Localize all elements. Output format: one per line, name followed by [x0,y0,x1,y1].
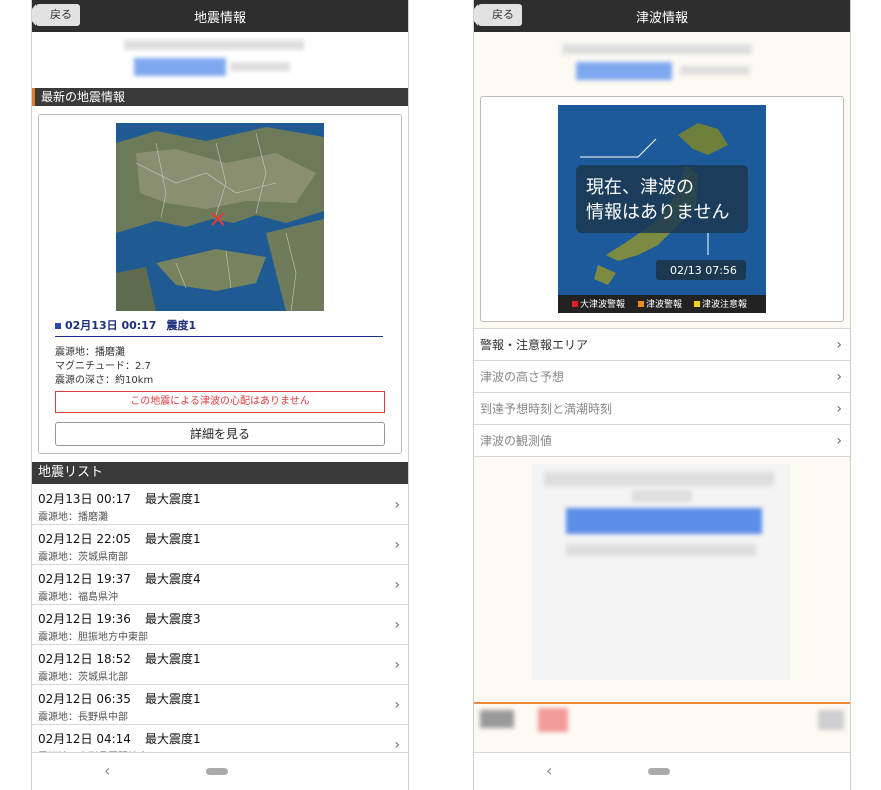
page-title: 地震情報 [193,11,246,26]
quake-item-time: 02月12日 19:36 [38,612,131,626]
tsunami-menu-item[interactable]: 警報・注意報エリア › [474,329,850,361]
tsunami-map: 現在、津波の 情報はありません 02/13 07:56 大津波警報 津波警報 津… [558,105,766,313]
magnitude-text: マグニチュード：2.7 [55,361,151,372]
quake-item-max-intensity: 最大震度4 [144,572,201,586]
tsunami-message-line2: 情報はありません [586,202,729,223]
chevron-right-icon: › [836,369,842,385]
quake-epicenter-map [116,123,324,311]
quake-item-heading: 02月12日 06:35 最大震度1 [38,690,408,707]
chevron-right-icon: › [394,737,400,753]
chevron-right-icon: › [836,433,842,449]
quake-item-heading: 02月12日 22:05 最大震度1 [38,530,408,547]
tsunami-screen: 戻る 津波情報 現在、津波の 情報はありません 02/13 07:56 大津波警… [473,0,851,790]
nav-back-icon[interactable]: ‹ [104,761,110,780]
quake-item-max-intensity: 最大震度1 [144,732,201,746]
latest-quake-heading: 最新の地震情報 [32,88,408,106]
bottom-ad-strip-blurred[interactable] [474,704,850,752]
tsunami-notice: この地震による津波の心配はありません [55,391,385,413]
tsunami-menu: 警報・注意報エリア › 津波の高さ予想 › 到達予想時刻と満潮時刻 › 津波の観測値 › [474,328,850,457]
quake-item-time: 02月12日 04:14 [38,732,131,746]
legend-warning: 津波警報 [646,298,682,310]
quake-item-time: 02月12日 22:05 [38,532,131,546]
ad-banner-blurred[interactable] [474,32,850,90]
quake-item-epicenter: 震源地：福島県沖 [38,592,118,603]
tsunami-menu-label: 警報・注意報エリア [480,338,589,352]
quake-item-max-intensity: 最大震度1 [144,652,201,666]
quake-item-max-intensity: 最大震度3 [144,612,201,626]
bullet-square-icon [55,323,61,329]
chevron-right-icon: › [394,577,400,593]
chevron-right-icon: › [836,401,842,417]
tsunami-menu-label: 到達予想時刻と満潮時刻 [480,402,613,416]
latest-quake-card: 02月13日 00:17 震度1 震源地：播磨灘 マグニチュード：2.7 震源の深… [38,114,402,454]
tsunami-menu-label: 津波の高さ予想 [480,370,565,384]
nav-home-icon[interactable] [648,768,670,775]
tsunami-message-line1: 現在、津波の [586,177,694,198]
chevron-right-icon: › [836,337,842,353]
header-bar: 戻る 地震情報 [32,0,408,32]
quake-item-heading: 02月12日 19:37 最大震度4 [38,570,408,587]
quake-item-epicenter: 震源地：胆振地方中東部 [38,632,148,643]
quake-item-max-intensity: 最大震度1 [144,532,201,546]
quake-item-epicenter: 震源地：茨城県南部 [38,552,128,563]
epicenter-text: 震源地：播磨灘 [55,347,125,358]
quake-item-time: 02月12日 18:52 [38,652,131,666]
quake-list-item[interactable]: 02月12日 22:05 最大震度1 震源地：茨城県南部 › [32,525,408,565]
earthquake-screen: 戻る 地震情報 最新の地震情報 02月13日 00:17 震度1 震源地：播磨灘… [31,0,409,790]
quake-item-heading: 02月12日 18:52 最大震度1 [38,650,408,667]
quake-item-max-intensity: 最大震度1 [144,492,201,506]
tsunami-menu-item[interactable]: 到達予想時刻と満潮時刻 › [474,393,850,425]
quake-list: 02月13日 00:17 最大震度1 震源地：播磨灘 › 02月12日 22:05 最大震… [32,485,408,765]
tsunami-menu-item[interactable]: 津波の観測値 › [474,425,850,457]
page-title: 津波情報 [635,11,688,26]
quake-list-item[interactable]: 02月12日 19:37 最大震度4 震源地：福島県沖 › [32,565,408,605]
quake-item-max-intensity: 最大震度1 [144,692,201,706]
chevron-right-icon: › [394,617,400,633]
map-timestamp: 02/13 07:56 [670,264,737,277]
quake-item-epicenter: 震源地：播磨灘 [38,512,108,523]
legend-advisory: 津波注意報 [702,298,747,310]
system-nav-bar: ‹ [474,752,850,790]
chevron-right-icon: › [394,657,400,673]
latest-quake-intensity: 震度1 [166,319,197,332]
tsunami-map-card: 現在、津波の 情報はありません 02/13 07:56 大津波警報 津波警報 津… [480,96,844,322]
view-details-button[interactable]: 詳細を見る [55,422,385,446]
tsunami-menu-item[interactable]: 津波の高さ予想 › [474,361,850,393]
latest-quake-title: 02月13日 00:17 震度1 [55,317,383,337]
quake-item-time: 02月13日 00:17 [38,492,131,506]
header-bar: 戻る 津波情報 [474,0,850,32]
chevron-right-icon: › [394,537,400,553]
quake-item-heading: 02月12日 04:14 最大震度1 [38,730,408,747]
quake-list-item[interactable]: 02月12日 06:35 最大震度1 震源地：長野県中部 › [32,685,408,725]
quake-item-heading: 02月12日 19:36 最大震度3 [38,610,408,627]
nav-home-icon[interactable] [206,768,228,775]
depth-text: 震源の深さ：約10km [55,375,154,386]
ad-block-blurred[interactable] [532,464,790,680]
quake-item-time: 02月12日 19:37 [38,572,131,586]
chevron-right-icon: › [394,497,400,513]
quake-list-item[interactable]: 02月12日 18:52 最大震度1 震源地：茨城県北部 › [32,645,408,685]
quake-item-epicenter: 震源地：茨城県北部 [38,672,128,683]
quake-item-time: 02月12日 06:35 [38,692,131,706]
latest-quake-time: 02月13日 00:17 [65,319,157,332]
quake-list-item[interactable]: 02月13日 00:17 最大震度1 震源地：播磨灘 › [32,485,408,525]
quake-list-item[interactable]: 02月12日 19:36 最大震度3 震源地：胆振地方中東部 › [32,605,408,645]
system-nav-bar: ‹ [32,752,408,790]
quake-item-heading: 02月13日 00:17 最大震度1 [38,490,408,507]
ad-banner-blurred[interactable] [32,32,408,88]
nav-back-icon[interactable]: ‹ [546,761,552,780]
quake-list-heading: 地震リスト [32,462,408,484]
legend-major-warning: 大津波警報 [580,298,625,310]
tsunami-menu-label: 津波の観測値 [480,434,553,448]
chevron-right-icon: › [394,697,400,713]
quake-item-epicenter: 震源地：長野県中部 [38,712,128,723]
